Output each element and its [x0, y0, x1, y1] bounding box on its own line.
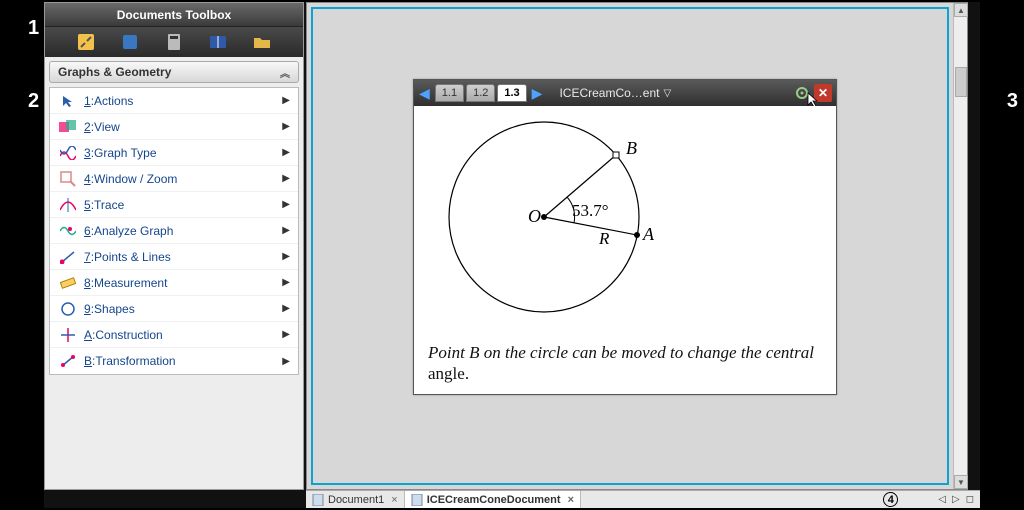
menu-item-label: 6:Analyze Graph [84, 224, 282, 238]
instruction-text: Point B on the circle can be moved to ch… [428, 343, 822, 384]
scroll-down-icon[interactable]: ▼ [954, 475, 968, 489]
doc-tab-label: ICECreamConeDocument [427, 494, 561, 506]
menu-item-label: B:Transformation [84, 354, 282, 368]
submenu-arrow-icon: ▶ [282, 329, 290, 340]
label-A: A [642, 224, 655, 244]
trace-icon [58, 195, 78, 215]
corner-label-1: 1 [28, 17, 39, 40]
construction-icon [58, 325, 78, 345]
pointer-icon [58, 91, 78, 111]
shapes-icon [58, 299, 78, 319]
doc-tab-label: Document1 [328, 494, 384, 506]
menu-item-label: 2:View [84, 120, 282, 134]
corner-label-2: 2 [28, 90, 39, 113]
submenu-arrow-icon: ▶ [282, 121, 290, 132]
doc-tab-icecream[interactable]: ICECreamConeDocument × [405, 491, 581, 508]
graph-type-icon [58, 143, 78, 163]
menu-item-label: 7:Points & Lines [84, 250, 282, 264]
scroll-thumb[interactable] [955, 67, 967, 97]
panel-header-graphs-geometry[interactable]: Graphs & Geometry ︽ [49, 61, 299, 83]
doc-icon [312, 494, 324, 506]
menu-item-trace[interactable]: 5:Trace ▶ [50, 192, 298, 218]
collapse-icon: ︽ [280, 65, 290, 80]
menu-item-analyze-graph[interactable]: 6:Analyze Graph ▶ [50, 218, 298, 244]
canvas-inner[interactable]: ◀ 1.1 1.2 1.3 ▶ ICECreamCo…ent ▽ [311, 7, 949, 485]
menu-item-label: 5:Trace [84, 198, 282, 212]
documents-toolbox: Documents Toolbox Graphs & Geometry ︽ 1:… [44, 2, 304, 490]
document-title[interactable]: ICECreamCo…ent ▽ [545, 86, 794, 100]
geometry-figure: O A B R 53.7° [424, 112, 824, 322]
document-content[interactable]: O A B R 53.7° Point B on the circle can … [414, 106, 836, 394]
menu-item-construction[interactable]: A:Construction ▶ [50, 322, 298, 348]
toolbox-icon-row [45, 27, 303, 57]
submenu-arrow-icon: ▶ [282, 147, 290, 158]
label-O: O [528, 206, 541, 226]
close-tab-icon[interactable]: × [565, 494, 574, 506]
book-icon[interactable] [209, 33, 227, 51]
menu-item-shapes[interactable]: 9:Shapes ▶ [50, 296, 298, 322]
badge-4: 4 [883, 492, 898, 507]
page-prev-icon[interactable]: ◁ [938, 494, 946, 505]
app-window: Documents Toolbox Graphs & Geometry ︽ 1:… [44, 2, 980, 508]
document-tab-bar: Document1 × ICECreamConeDocument × 4 ◁ ▷… [306, 490, 980, 508]
menu-list: 1:Actions ▶ 2:View ▶ 3:Graph Type ▶ 4:Wi… [49, 87, 299, 375]
doc-tab-document1[interactable]: Document1 × [306, 491, 405, 508]
dropdown-icon: ▽ [663, 88, 671, 99]
page-tab-1-2[interactable]: 1.2 [466, 84, 495, 102]
page-next-icon[interactable]: ▷ [952, 494, 960, 505]
panel-title: Graphs & Geometry [58, 65, 171, 79]
toolbox-title: Documents Toolbox [45, 3, 303, 27]
page-tabs: 1.1 1.2 1.3 [435, 84, 527, 102]
view-icon [58, 117, 78, 137]
close-tab-icon[interactable]: × [388, 494, 397, 506]
submenu-arrow-icon: ▶ [282, 199, 290, 210]
menu-item-label: 4:Window / Zoom [84, 172, 282, 186]
nav-next-icon[interactable]: ▶ [529, 85, 546, 102]
corner-label-3: 3 [1007, 90, 1018, 113]
nav-prev-icon[interactable]: ◀ [416, 85, 433, 102]
submenu-arrow-icon: ▶ [282, 251, 290, 262]
submenu-arrow-icon: ▶ [282, 225, 290, 236]
page-nav: ◁ ▷ ◻ [938, 494, 980, 505]
menu-item-label: 3:Graph Type [84, 146, 282, 160]
measurement-icon [58, 273, 78, 293]
document-titlebar: ◀ 1.1 1.2 1.3 ▶ ICECreamCo…ent ▽ [414, 80, 836, 106]
submenu-arrow-icon: ▶ [282, 173, 290, 184]
utilities-icon[interactable] [121, 33, 139, 51]
calculator-icon[interactable] [165, 33, 183, 51]
submenu-arrow-icon: ▶ [282, 303, 290, 314]
menu-item-graph-type[interactable]: 3:Graph Type ▶ [50, 140, 298, 166]
transformation-icon [58, 351, 78, 371]
tools-icon[interactable] [77, 33, 95, 51]
submenu-arrow-icon: ▶ [282, 277, 290, 288]
folder-icon[interactable] [253, 33, 271, 51]
points-lines-icon [58, 247, 78, 267]
label-R: R [598, 229, 610, 248]
menu-item-label: 9:Shapes [84, 302, 282, 316]
menu-item-label: 1:Actions [84, 94, 282, 108]
page-tab-1-3[interactable]: 1.3 [497, 84, 526, 102]
workspace-canvas: ◀ 1.1 1.2 1.3 ▶ ICECreamCo…ent ▽ [306, 2, 968, 490]
label-B: B [626, 138, 637, 158]
document-window: ◀ 1.1 1.2 1.3 ▶ ICECreamCo…ent ▽ [413, 79, 837, 395]
scroll-up-icon[interactable]: ▲ [954, 3, 968, 17]
submenu-arrow-icon: ▶ [282, 95, 290, 106]
vertical-scrollbar[interactable]: ▲ ▼ [953, 3, 967, 489]
menu-item-label: A:Construction [84, 328, 282, 342]
document-title-text: ICECreamCo…ent [559, 86, 659, 100]
submenu-arrow-icon: ▶ [282, 356, 290, 367]
menu-item-actions[interactable]: 1:Actions ▶ [50, 88, 298, 114]
expand-icon[interactable]: ◻ [966, 494, 974, 505]
menu-item-label: 8:Measurement [84, 276, 282, 290]
menu-item-view[interactable]: 2:View ▶ [50, 114, 298, 140]
menu-item-transformation[interactable]: B:Transformation ▶ [50, 348, 298, 374]
analyze-icon [58, 221, 78, 241]
menu-item-points-lines[interactable]: 7:Points & Lines ▶ [50, 244, 298, 270]
page-tab-1-1[interactable]: 1.1 [435, 84, 464, 102]
zoom-icon [58, 169, 78, 189]
menu-item-measurement[interactable]: 8:Measurement ▶ [50, 270, 298, 296]
menu-item-window-zoom[interactable]: 4:Window / Zoom ▶ [50, 166, 298, 192]
doc-icon [411, 494, 423, 506]
label-angle: 53.7° [572, 201, 609, 220]
